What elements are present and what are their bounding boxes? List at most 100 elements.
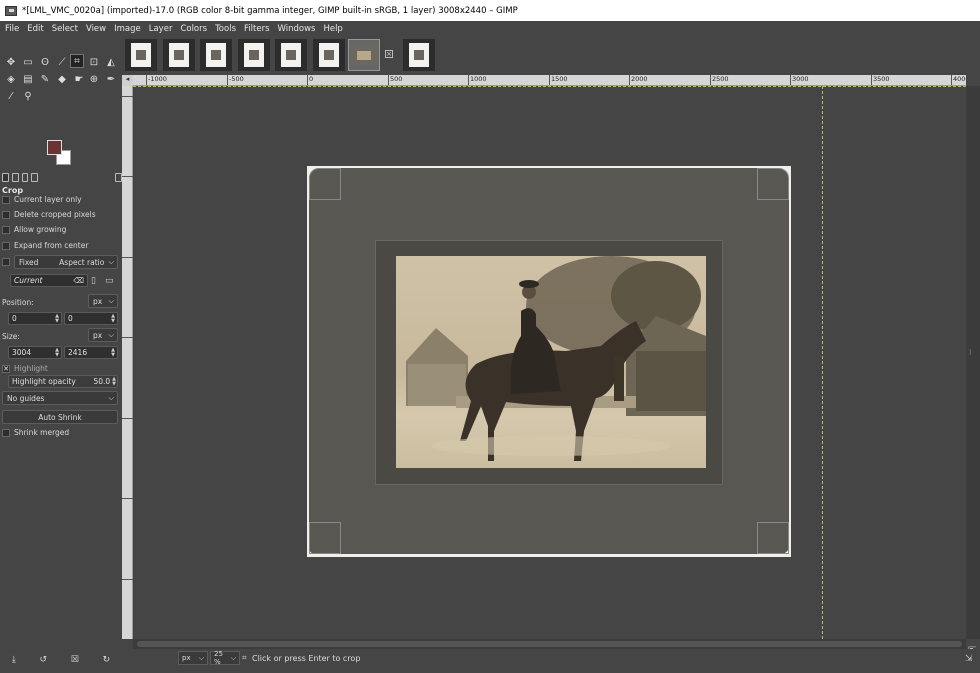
vertical-ruler[interactable] xyxy=(122,86,133,639)
checkbox[interactable] xyxy=(2,225,10,234)
checkbox[interactable] xyxy=(2,210,10,219)
fuzzy-select-icon[interactable]: ⟋ xyxy=(55,55,69,69)
fixed-aspect-dropdown[interactable]: Fixed Aspect ratio ⌵ xyxy=(14,255,118,269)
align-tool-icon[interactable]: ▭ xyxy=(21,55,35,69)
crop-handle-bottom-left[interactable] xyxy=(309,522,341,554)
scroll-handle-icon[interactable]: ⁝ xyxy=(969,348,972,357)
ruler-label: 3500 xyxy=(871,75,890,85)
zoom-dropdown[interactable]: 25 % ⌵ xyxy=(210,650,240,666)
scroll-thumb[interactable] xyxy=(137,641,962,647)
images-tab-icon[interactable] xyxy=(31,173,39,182)
auto-shrink-button[interactable]: Auto Shrink xyxy=(2,410,118,424)
portrait-icon[interactable]: ▯ xyxy=(91,276,96,286)
clone-tool-icon[interactable]: ⊕ xyxy=(87,72,101,86)
reset-options-icon[interactable]: ↻ xyxy=(103,655,111,665)
spin-arrows-icon[interactable]: ▲ ▼ xyxy=(111,313,115,324)
position-unit-dropdown[interactable]: px ⌵ xyxy=(88,294,118,308)
foreground-color[interactable] xyxy=(47,140,62,155)
checkbox[interactable] xyxy=(2,241,10,250)
crop-handle-bottom-right[interactable] xyxy=(757,522,789,554)
unit-dropdown[interactable]: px ⌵ xyxy=(178,651,208,665)
image-tab-3[interactable] xyxy=(200,39,232,71)
undo-history-tab-icon[interactable] xyxy=(21,173,29,182)
landscape-icon[interactable]: ▭ xyxy=(105,276,114,286)
menu-windows[interactable]: Windows xyxy=(278,24,316,34)
color-picker-icon[interactable]: ⁄ xyxy=(4,89,18,103)
dock-menu-icon[interactable] xyxy=(115,173,122,182)
move-tool-icon[interactable]: ✥ xyxy=(4,55,18,69)
thumbnail-icon xyxy=(281,43,301,67)
highlight-option[interactable]: ✕ Highlight xyxy=(2,364,48,373)
menu-colors[interactable]: Colors xyxy=(180,24,207,34)
thumbnail-icon xyxy=(206,43,226,67)
crop-handle-top-right[interactable] xyxy=(757,168,789,200)
position-y-field[interactable]: 0 ▲ ▼ xyxy=(64,312,118,325)
menu-filters[interactable]: Filters xyxy=(244,24,269,34)
gradient-tool-icon[interactable]: ▤ xyxy=(21,72,35,86)
transform-tool-icon[interactable]: ⊡ xyxy=(87,55,101,69)
device-status-tab-icon[interactable] xyxy=(11,173,19,182)
zoom-tool-icon[interactable]: ⚲ xyxy=(21,89,35,103)
image-tab-5[interactable] xyxy=(275,39,307,71)
vertical-scrollbar[interactable]: ⁝ ⇱ xyxy=(966,86,980,657)
menu-image[interactable]: Image xyxy=(114,24,141,34)
save-preset-icon[interactable]: ⤓ xyxy=(12,655,16,665)
size-width-field[interactable]: 3004 ▲ ▼ xyxy=(8,346,62,359)
menu-select[interactable]: Select xyxy=(52,24,78,34)
crop-handle-top-left[interactable] xyxy=(309,168,341,200)
warp-tool-icon[interactable]: ◭ xyxy=(104,55,118,69)
crop-tool-icon[interactable]: ⌗ xyxy=(70,54,84,68)
lasso-tool-icon[interactable]: ʘ xyxy=(38,55,52,69)
eraser-icon[interactable]: ◆ xyxy=(55,72,69,86)
image-tab-6[interactable] xyxy=(313,39,345,71)
image-tab-active[interactable] xyxy=(348,39,380,71)
checkbox[interactable] xyxy=(2,195,10,204)
fixed-option[interactable] xyxy=(2,258,14,266)
position-x-field[interactable]: 0 ▲ ▼ xyxy=(8,312,62,325)
bucket-fill-icon[interactable]: ◈ xyxy=(4,72,18,86)
current-layer-only-option[interactable]: Current layer only xyxy=(2,195,82,204)
expand-center-option[interactable]: Expand from center xyxy=(2,241,88,250)
photo-layer[interactable] xyxy=(307,166,791,557)
menu-help[interactable]: Help xyxy=(323,24,342,34)
aspect-current-field[interactable]: Current ⌫ xyxy=(10,274,88,287)
image-tab-2[interactable] xyxy=(163,39,195,71)
spin-arrows-icon[interactable]: ▲ ▼ xyxy=(112,376,116,387)
ruler-corner[interactable]: ◂ xyxy=(122,75,133,86)
delete-preset-icon[interactable]: ☒ xyxy=(71,655,79,665)
menu-tools[interactable]: Tools xyxy=(215,24,236,34)
delete-cropped-option[interactable]: Delete cropped pixels xyxy=(2,210,96,219)
spin-arrows-icon[interactable]: ▲ ▼ xyxy=(55,313,59,324)
spin-arrows-icon[interactable]: ▲ ▼ xyxy=(55,347,59,358)
menu-file[interactable]: File xyxy=(5,24,19,34)
shrink-merged-option[interactable]: Shrink merged xyxy=(2,428,69,437)
image-tab-1[interactable] xyxy=(125,39,157,71)
menu-layer[interactable]: Layer xyxy=(149,24,173,34)
size-unit-dropdown[interactable]: px ⌵ xyxy=(88,328,118,342)
smudge-tool-icon[interactable]: ☛ xyxy=(72,72,86,86)
allow-growing-option[interactable]: Allow growing xyxy=(2,225,66,234)
thumbnail-icon xyxy=(409,43,429,67)
horizontal-scrollbar[interactable] xyxy=(133,639,966,649)
image-tab-8[interactable] xyxy=(403,39,435,71)
image-canvas[interactable] xyxy=(133,86,966,639)
clear-icon[interactable]: ⌫ xyxy=(73,276,84,285)
highlight-opacity-slider[interactable]: Highlight opacity 50.0 ▲ ▼ xyxy=(8,375,118,388)
menu-view[interactable]: View xyxy=(86,24,106,34)
paintbrush-icon[interactable]: ✎ xyxy=(38,72,52,86)
spin-arrows-icon[interactable]: ▲ ▼ xyxy=(111,347,115,358)
path-tool-icon[interactable]: ✒ xyxy=(104,72,118,86)
image-tab-4[interactable] xyxy=(238,39,270,71)
guides-dropdown[interactable]: No guides ⌵ xyxy=(2,391,118,405)
checkbox[interactable] xyxy=(2,428,10,437)
close-icon[interactable]: × xyxy=(385,50,393,58)
checkbox[interactable] xyxy=(2,258,10,266)
checkbox-checked-icon[interactable]: ✕ xyxy=(2,364,10,373)
navigate-corner-icon[interactable]: ⇲ xyxy=(965,654,973,664)
tool-options-tab-icon[interactable] xyxy=(2,173,9,182)
horizontal-ruler[interactable]: -1000 -500 0 500 1000 1500 2000 2500 300… xyxy=(133,75,966,86)
window-title: *[LML_VMC_0020a] (imported)-17.0 (RGB co… xyxy=(22,5,518,16)
restore-preset-icon[interactable]: ↺ xyxy=(40,655,48,665)
size-height-field[interactable]: 2416 ▲ ▼ xyxy=(64,346,118,359)
menu-edit[interactable]: Edit xyxy=(27,24,43,34)
